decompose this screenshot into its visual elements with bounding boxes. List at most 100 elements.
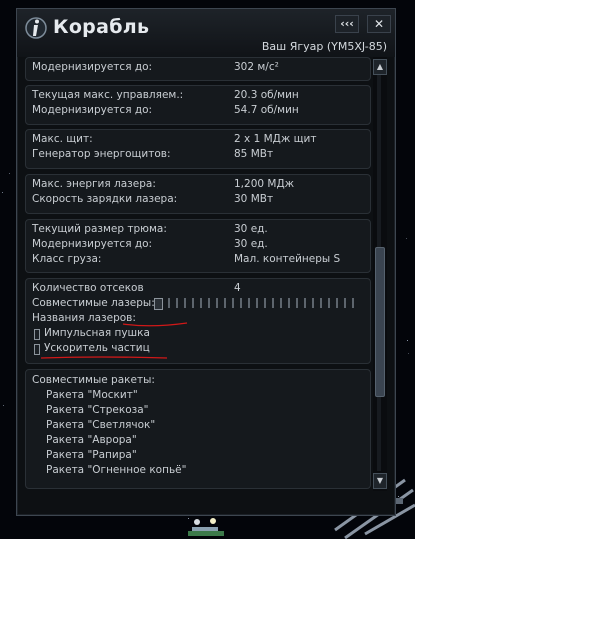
cargo-size-row: Текущий размер трюма: 30 ед. (32, 223, 368, 238)
steering-upgrade-row: Модернизируется до: 54.7 об/мин (32, 104, 368, 119)
ship-graphic (188, 518, 224, 536)
details-content: Модернизируется до: 302 м/с² Текущая мак… (25, 57, 371, 491)
scroll-up-icon[interactable]: ▲ (373, 59, 387, 75)
missile-name-3: Ракета "Аврора" (46, 434, 137, 446)
info-icon (25, 17, 47, 39)
cargo-class-label: Класс груза: (32, 253, 102, 265)
missile-item: Ракета "Москит" (46, 389, 371, 404)
laser-charge-value: 30 МВт (234, 193, 274, 205)
scrollbar[interactable]: ▲ ▼ (373, 57, 387, 491)
missile-name-4: Ракета "Рапира" (46, 449, 137, 461)
cargo-section: Текущий размер трюма: 30 ед. Модернизиру… (25, 219, 371, 273)
missile-name-0: Ракета "Москит" (46, 389, 138, 401)
cargo-upgrade-value: 30 ед. (234, 238, 268, 250)
cargo-class-value: Мал. контейнеры S (234, 253, 341, 265)
laser-slot (224, 298, 226, 308)
ship-info-window: Корабль ‹‹‹ ✕ Ваш Ягуар (YM5XJ-85) Модер… (16, 8, 396, 516)
laser-energy-row: Макс. энергия лазера: 1,200 МДж (32, 178, 368, 193)
weapons-section: Количество отсеков 4 Совместимые лазеры:… (25, 278, 371, 364)
speed-upgrade-value: 302 м/с² (234, 61, 279, 73)
missile-item: Ракета "Рапира" (46, 449, 371, 464)
laser-slot (232, 298, 234, 308)
laser-slot (240, 298, 242, 308)
missile-item: Ракета "Светлячок" (46, 419, 371, 434)
weapon-bays-row: Количество отсеков 4 (32, 282, 368, 297)
laser-energy-value: 1,200 МДж (234, 178, 295, 190)
star (9, 173, 10, 174)
steering-current-label: Текущая макс. управляем.: (32, 89, 184, 101)
laser-slot (344, 298, 346, 308)
laser-slot (304, 298, 306, 308)
steering-section: Текущая макс. управляем.: 20.3 об/мин Мо… (25, 85, 371, 125)
laser-slot (272, 298, 274, 308)
laser-slot-filled (154, 298, 163, 310)
cargo-upgrade-label: Модернизируется до: (32, 238, 153, 250)
laser-slot (320, 298, 322, 308)
compatible-lasers-label: Совместимые лазеры: (32, 297, 155, 309)
collapse-button[interactable]: ‹‹‹ (335, 15, 359, 33)
laser-slot (248, 298, 250, 308)
laser-charge-label: Скорость зарядки лазера: (32, 193, 178, 205)
laser-slot (216, 298, 218, 308)
missiles-label: Совместимые ракеты: (32, 374, 155, 386)
scroll-down-icon[interactable]: ▼ (373, 473, 387, 489)
laser-slot (208, 298, 210, 308)
compatible-lasers-row: Совместимые лазеры: (32, 297, 368, 312)
star (406, 238, 407, 239)
laser-slot (312, 298, 314, 308)
cargo-size-label: Текущий размер трюма: (32, 223, 167, 235)
title-bar[interactable]: Корабль ‹‹‹ ✕ Ваш Ягуар (YM5XJ-85) (17, 9, 395, 57)
missile-name-1: Ракета "Стрекоза" (46, 404, 149, 416)
close-button[interactable]: ✕ (367, 15, 391, 33)
laser-charge-row: Скорость зарядки лазера: 30 МВт (32, 193, 368, 208)
shield-section: Макс. щит: 2 x 1 МДж щит Генератор энерг… (25, 129, 371, 169)
laser-checkbox-0[interactable] (34, 329, 40, 340)
laser-slot (200, 298, 202, 308)
laser-slot (192, 298, 194, 308)
star (407, 340, 408, 341)
ship-name: Ваш Ягуар (YM5XJ-85) (261, 40, 387, 53)
window-title: Корабль (53, 16, 150, 38)
laser-slot (336, 298, 338, 308)
laser-slot (296, 298, 298, 308)
annotation-underline-1 (122, 322, 188, 327)
missiles-header-row: Совместимые ракеты: (32, 374, 368, 389)
laser-slot (168, 298, 170, 308)
laser-energy-label: Макс. энергия лазера: (32, 178, 156, 190)
missile-item: Ракета "Стрекоза" (46, 404, 371, 419)
speed-upgrade-label: Модернизируется до: (32, 61, 153, 73)
laser-names-row: Названия лазеров: (32, 312, 368, 327)
cargo-class-row: Класс груза: Мал. контейнеры S (32, 253, 368, 268)
star (408, 353, 409, 354)
shield-generator-value: 85 МВт (234, 148, 274, 160)
laser-slot (328, 298, 330, 308)
shield-max-row: Макс. щит: 2 x 1 МДж щит (32, 133, 368, 148)
star (2, 192, 3, 193)
steering-current-value: 20.3 об/мин (234, 89, 299, 101)
shield-generator-row: Генератор энергощитов: 85 МВт (32, 148, 368, 163)
shield-max-value: 2 x 1 МДж щит (234, 133, 317, 145)
laser-slot (176, 298, 178, 308)
laser-slot (352, 298, 354, 308)
laser-slot (288, 298, 290, 308)
scroll-thumb[interactable] (375, 247, 385, 397)
star (3, 405, 4, 406)
weapon-bays-label: Количество отсеков (32, 282, 144, 294)
missile-item: Ракета "Аврора" (46, 434, 371, 449)
laser-slot (184, 298, 186, 308)
steering-current-row: Текущая макс. управляем.: 20.3 об/мин (32, 89, 368, 104)
laser-slot (256, 298, 258, 308)
shield-max-label: Макс. щит: (32, 133, 93, 145)
missile-name-2: Ракета "Светлячок" (46, 419, 156, 431)
shield-generator-label: Генератор энергощитов: (32, 148, 171, 160)
laser-item-0: Импульсная пушка (34, 327, 370, 342)
cargo-upgrade-row: Модернизируется до: 30 ед. (32, 238, 368, 253)
speed-upgrade-row: Модернизируется до: 302 м/с² (32, 61, 368, 76)
laser-section: Макс. энергия лазера: 1,200 МДж Скорость… (25, 174, 371, 214)
missile-item: Ракета "Огненное копьё" (46, 464, 371, 479)
weapon-bays-value: 4 (234, 282, 241, 294)
speed-section: Модернизируется до: 302 м/с² (25, 57, 371, 81)
laser-slot (264, 298, 266, 308)
steering-upgrade-label: Модернизируется до: (32, 104, 153, 116)
missile-name-5: Ракета "Огненное копьё" (46, 464, 187, 476)
